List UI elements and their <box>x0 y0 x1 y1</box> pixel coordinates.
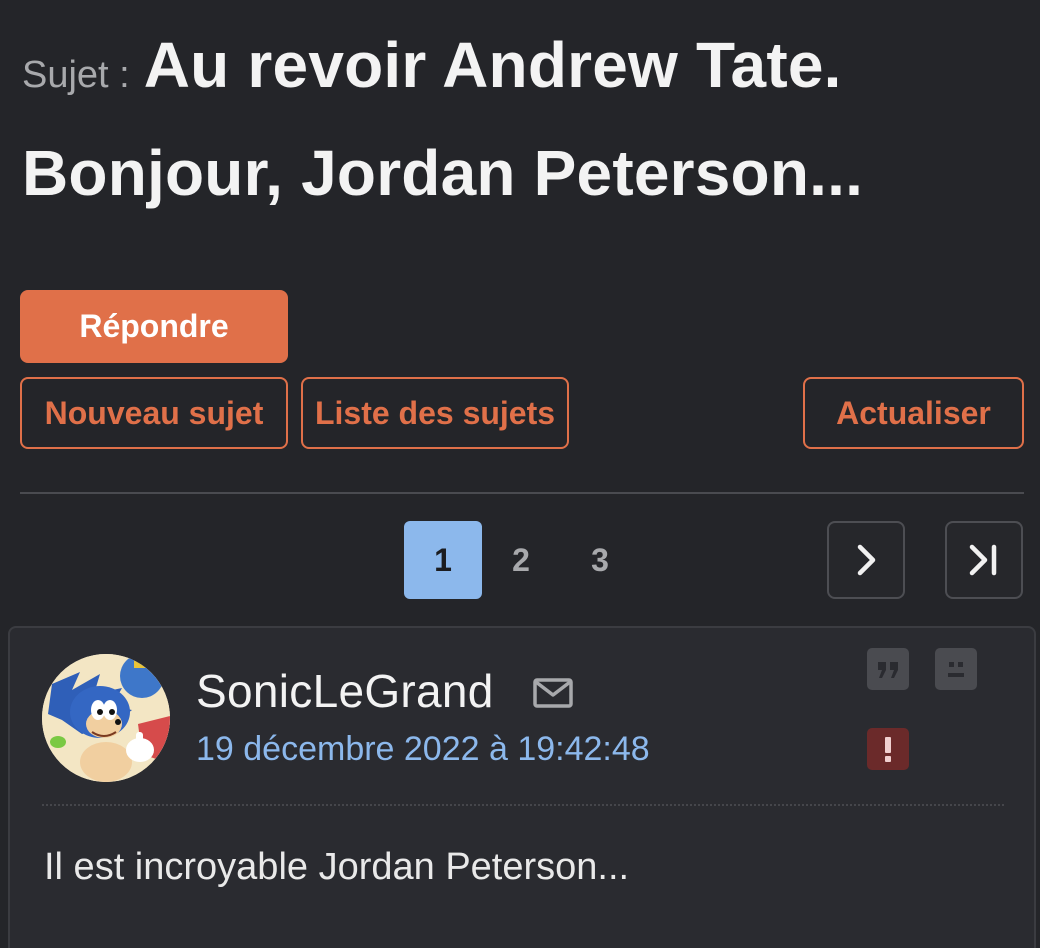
reply-button[interactable]: Répondre <box>20 290 288 363</box>
topic-list-button[interactable]: Liste des sujets <box>301 377 569 449</box>
alert-icon <box>885 737 891 762</box>
forum-topic-page: Sujet : Au revoir Andrew Tate. Bonjour, J… <box>0 0 1040 948</box>
topic-header: Sujet : Au revoir Andrew Tate. Bonjour, J… <box>22 20 1022 236</box>
avatar[interactable] <box>42 654 170 782</box>
post-separator <box>42 804 1004 806</box>
topic-title: Au revoir Andrew Tate. Bonjour, Jordan P… <box>22 29 864 209</box>
quote-icon <box>878 662 898 678</box>
post-body: Il est incroyable Jordan Peterson... <box>44 846 630 888</box>
report-button[interactable] <box>867 728 909 770</box>
post-author[interactable]: SonicLeGrand <box>196 664 494 718</box>
sad-face-icon <box>948 662 964 677</box>
divider <box>20 492 1024 494</box>
last-page-icon <box>969 544 997 576</box>
quote-button[interactable] <box>867 648 909 690</box>
page-1-button[interactable]: 1 <box>404 521 482 599</box>
mail-icon[interactable] <box>532 676 574 710</box>
private-message-button[interactable] <box>935 648 977 690</box>
post-card: SonicLeGrand 19 décembre 2022 à 19:42:48 <box>8 626 1036 948</box>
new-topic-button[interactable]: Nouveau sujet <box>20 377 288 449</box>
post-date-link[interactable]: 19 décembre 2022 à 19:42:48 <box>196 730 650 769</box>
topic-prefix: Sujet : <box>22 54 130 96</box>
page-2-button[interactable]: 2 <box>482 521 560 599</box>
chevron-right-icon <box>857 544 876 576</box>
avatar-image <box>42 654 170 782</box>
page-3-button[interactable]: 3 <box>561 521 639 599</box>
refresh-button[interactable]: Actualiser <box>803 377 1024 449</box>
last-page-button[interactable] <box>945 521 1023 599</box>
next-page-button[interactable] <box>827 521 905 599</box>
